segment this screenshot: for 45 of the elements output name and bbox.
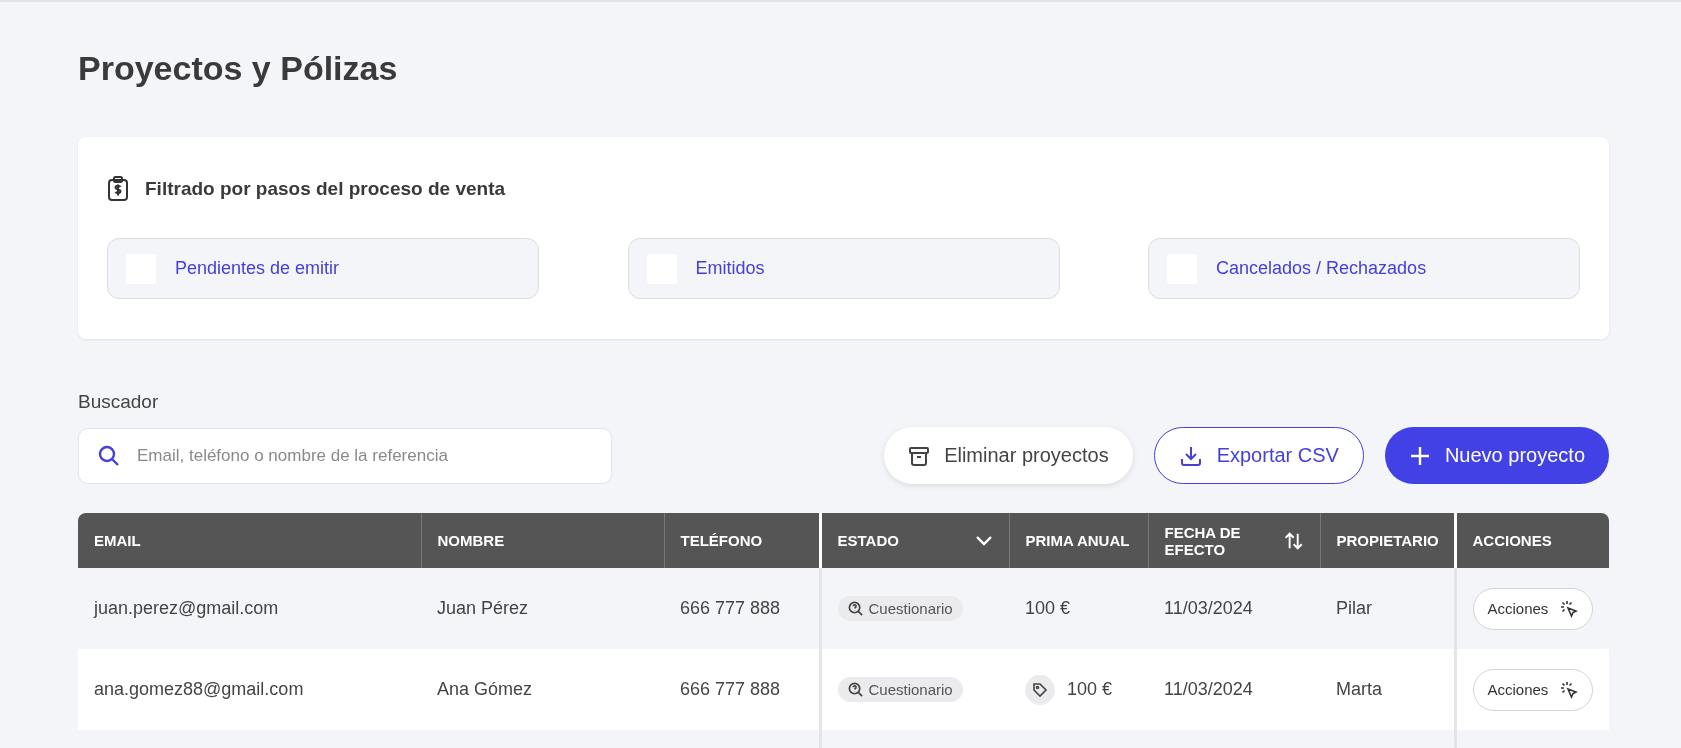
tag-icon — [1032, 681, 1048, 698]
table-cell: Juan Pérez — [421, 568, 664, 649]
table-cell: Ana Gómez — [421, 649, 664, 730]
status-chip: Cuestionario — [837, 596, 963, 621]
clipboard-dollar-icon — [107, 176, 129, 202]
actions-button[interactable]: Acciones — [1472, 587, 1594, 630]
search-box[interactable]: Email, teléfono o nombre de la referencia — [78, 427, 612, 484]
table-cell: Pilar — [1320, 568, 1455, 649]
table-cell: 100 € — [1025, 598, 1071, 618]
status-chip: Cuestionario — [837, 677, 963, 702]
plus-icon — [1408, 444, 1431, 467]
column-header: NOMBRE — [421, 513, 664, 568]
table-cell: 666 777 888 — [664, 568, 820, 649]
cursor-click-icon — [1560, 680, 1579, 699]
table-cell: 11/03/2024 — [1148, 568, 1320, 649]
new-project-button[interactable]: Nuevo proyecto — [1384, 427, 1609, 484]
table-cell: 11/03/2024 — [1148, 649, 1320, 730]
filter-option[interactable]: Emitidos — [627, 238, 1060, 299]
column-header[interactable]: FECHA DE EFECTO — [1148, 513, 1320, 568]
question-magnifier-icon — [847, 682, 863, 697]
chevron-down-icon[interactable] — [974, 534, 993, 547]
archive-box-icon — [908, 444, 931, 467]
search-field[interactable]: Email, teléfono o nombre de la referencia — [135, 444, 611, 467]
table-cell: Marta — [1320, 649, 1455, 730]
column-header: PRIMA ANUAL — [1009, 513, 1148, 568]
table-cell: ana.gomez88@gmail.com — [78, 649, 421, 730]
column-header: ACCIONES — [1455, 513, 1609, 568]
filter-option[interactable]: Pendientes de emitir — [107, 238, 539, 299]
table-cell: juan.perez@gmail.com — [78, 568, 421, 649]
table-cell: 100 € — [1067, 679, 1113, 700]
column-header: EMAIL — [78, 513, 421, 568]
filter-title: Filtrado por pasos del proceso de venta — [145, 178, 506, 200]
question-magnifier-icon — [847, 601, 863, 616]
cursor-click-icon — [1560, 599, 1579, 618]
delete-button[interactable]: Eliminar proyectos — [884, 427, 1133, 484]
column-header: TELÉFONO — [664, 513, 820, 568]
page-title: Proyectos y Pólizas — [78, 49, 399, 88]
search-label: Buscador — [78, 391, 160, 413]
search-icon — [97, 443, 121, 468]
filter-option[interactable]: Cancelados / Rechazados — [1148, 238, 1580, 299]
column-header: PROPIETARIO — [1320, 513, 1455, 568]
actions-button[interactable]: Acciones — [1472, 668, 1594, 711]
table-cell: 666 777 888 — [664, 649, 820, 730]
column-header[interactable]: ESTADO — [820, 513, 1009, 568]
export-button[interactable]: Exportar CSV — [1153, 427, 1364, 484]
